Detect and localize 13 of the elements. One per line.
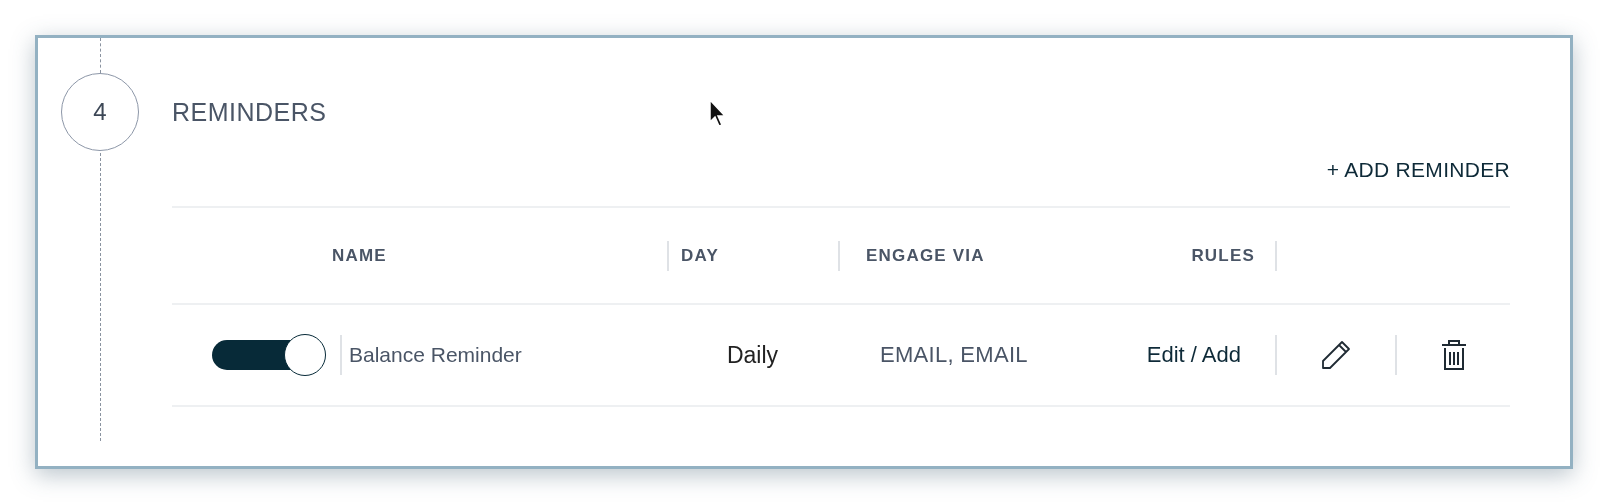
delete-icon[interactable] xyxy=(1439,339,1468,371)
table-cell: Daily xyxy=(726,341,779,369)
column-header: ENGAGE VIA xyxy=(866,245,985,266)
edit-icon[interactable] xyxy=(1319,338,1353,372)
column-header: DAY xyxy=(681,245,719,266)
column-header: RULES xyxy=(1191,245,1255,266)
section-title: REMINDERS xyxy=(172,96,327,128)
table-cell: EMAIL, EMAIL xyxy=(880,342,1028,368)
rules-link[interactable]: Edit / Add xyxy=(1146,342,1241,368)
reminder-name: Balance Reminder xyxy=(349,343,522,367)
toggle-switch[interactable] xyxy=(212,334,326,376)
column-header: NAME xyxy=(332,245,387,266)
add-reminder-button[interactable]: + ADD REMINDER xyxy=(1326,155,1510,185)
